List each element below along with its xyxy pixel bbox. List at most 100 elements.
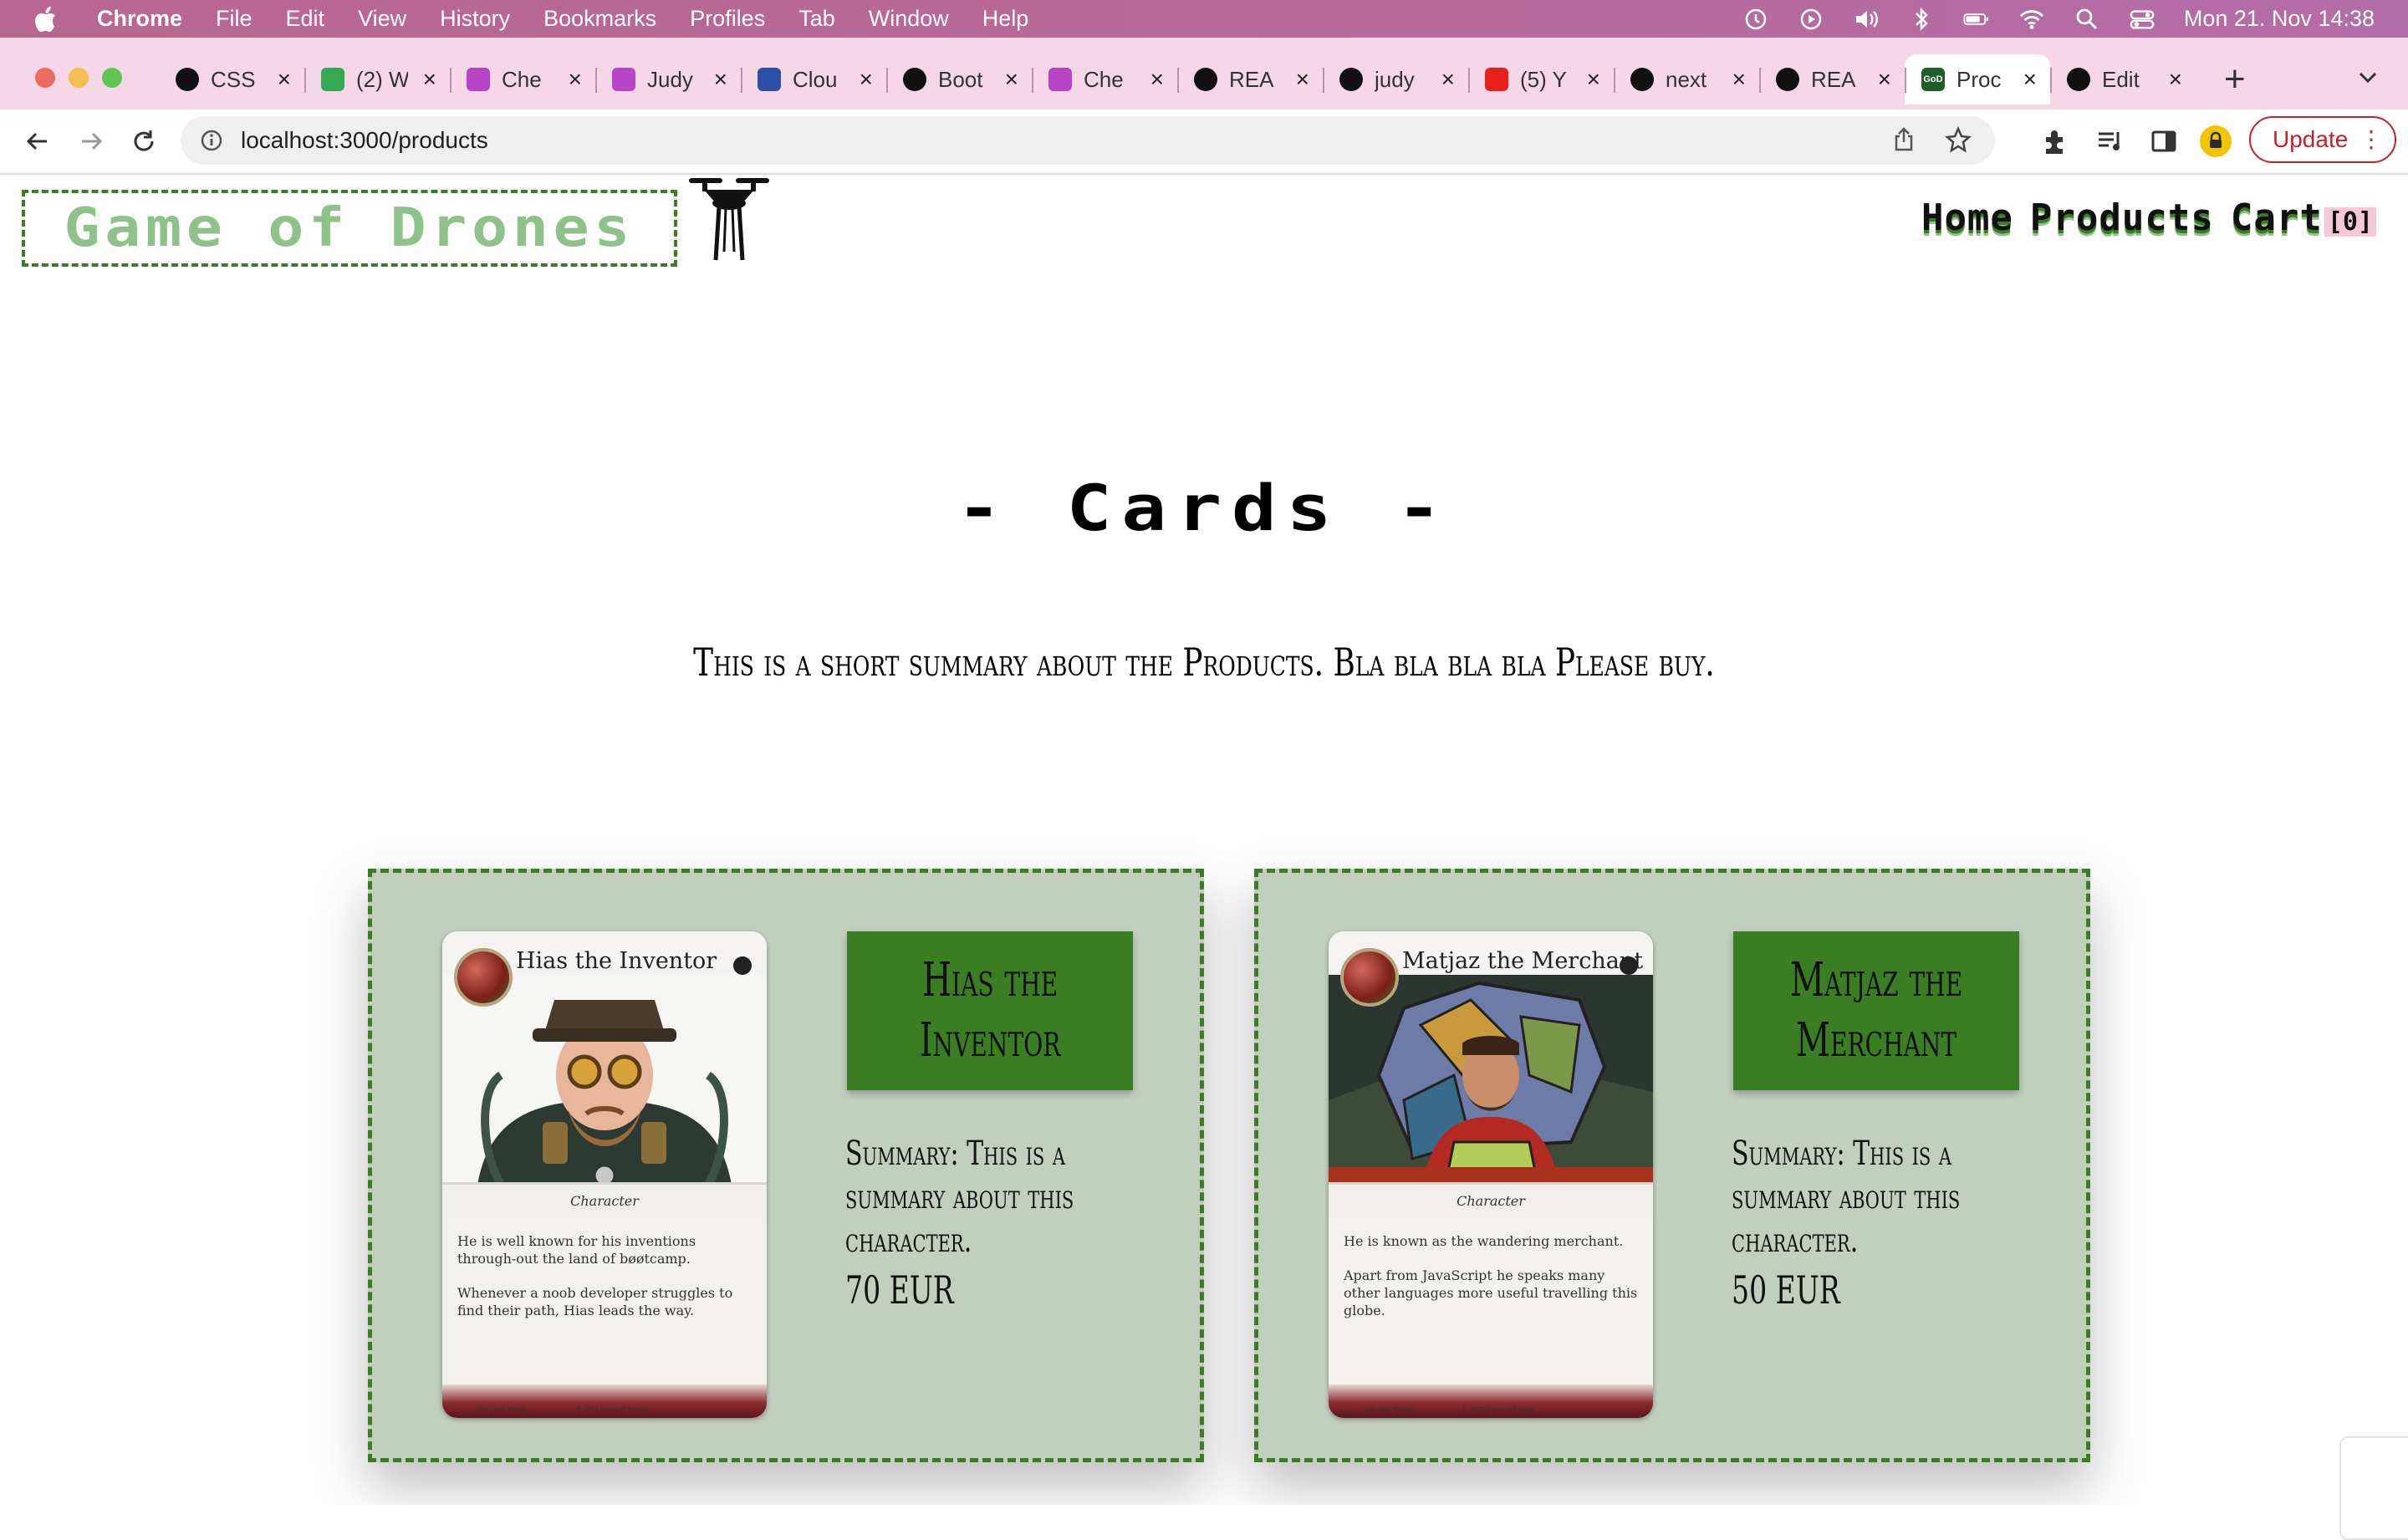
tab-close-icon[interactable]: ×: [2169, 68, 2182, 91]
new-tab-button[interactable]: +: [2224, 59, 2246, 99]
product-title-box[interactable]: Matjaz the Merchant: [1733, 931, 2019, 1090]
browser-tab[interactable]: next ×: [1614, 54, 1759, 105]
tab-search-icon[interactable]: [2358, 63, 2378, 91]
volume-icon[interactable]: [1853, 6, 1880, 33]
forward-icon[interactable]: [75, 125, 109, 158]
bluetooth-icon[interactable]: [1908, 6, 1935, 33]
browser-tab[interactable]: REA ×: [1177, 54, 1323, 105]
browser-tab[interactable]: Clou ×: [741, 54, 886, 105]
site-logo[interactable]: Game of Drones: [22, 190, 677, 267]
card-type-banner: Character: [1329, 1182, 1653, 1218]
window-minimize-button[interactable]: [69, 68, 89, 88]
browser-tab[interactable]: (5) Y ×: [1468, 54, 1614, 105]
browser-tab[interactable]: (2) W ×: [304, 54, 450, 105]
product-card[interactable]: Hias the Inventor Character He is well k…: [368, 869, 1204, 1462]
card-description: He is known as the wandering merchant. A…: [1344, 1232, 1638, 1336]
menu-file[interactable]: File: [216, 6, 253, 32]
nav-home-link[interactable]: Home: [1921, 196, 2013, 239]
tab-close-icon[interactable]: ×: [1005, 68, 1018, 91]
upwork-icon: [612, 68, 635, 91]
card-name: Matjaz the Merchant: [1402, 948, 1644, 974]
menu-bar-clock[interactable]: Mon 21. Nov 14:38: [2184, 6, 2375, 32]
card-text-2: Apart from JavaScript he speaks many oth…: [1344, 1267, 1638, 1318]
tab-close-icon[interactable]: ×: [423, 68, 436, 91]
tab-title: REA: [1229, 66, 1274, 92]
menu-window[interactable]: Window: [869, 6, 949, 32]
browser-tab[interactable]: REA ×: [1759, 54, 1905, 105]
card-moon-icon: [1620, 956, 1638, 975]
product-card[interactable]: Matjaz the Merchant Character He is know…: [1254, 869, 2090, 1462]
reading-list-icon[interactable]: [2094, 125, 2127, 158]
card-text-2: Whenever a noob developer struggles to f…: [457, 1285, 733, 1318]
menu-history[interactable]: History: [440, 6, 510, 32]
apple-icon[interactable]: [33, 5, 59, 33]
menu-edit[interactable]: Edit: [286, 6, 325, 32]
cloudflare-icon: [758, 68, 781, 91]
share-icon[interactable]: [1891, 126, 1916, 157]
url-text[interactable]: localhost:3000/products: [241, 127, 488, 154]
card-text-1: He is well known for his inventions thro…: [457, 1233, 696, 1267]
browser-tab[interactable]: CSS ×: [159, 54, 304, 105]
tab-title: REA: [1811, 66, 1856, 92]
menu-tab[interactable]: Tab: [798, 6, 835, 32]
youtube-icon: [1485, 68, 1508, 91]
corner-overlay-widget[interactable]: [2339, 1436, 2408, 1540]
control-center-icon[interactable]: [2129, 6, 2155, 33]
tab-close-icon[interactable]: ×: [1878, 68, 1891, 91]
tab-close-icon[interactable]: ×: [860, 68, 873, 91]
card-description: He is well known for his inventions thro…: [457, 1232, 752, 1336]
tab-close-icon[interactable]: ×: [569, 68, 582, 91]
back-icon[interactable]: [20, 125, 54, 158]
window-zoom-button[interactable]: [102, 68, 122, 88]
tab-close-icon[interactable]: ×: [714, 68, 727, 91]
tab-close-icon[interactable]: ×: [1732, 68, 1746, 91]
tab-close-icon[interactable]: ×: [278, 68, 291, 91]
card-image[interactable]: Matjaz the Merchant Character He is know…: [1329, 931, 1653, 1418]
tab-close-icon[interactable]: ×: [1150, 68, 1164, 91]
time-machine-icon[interactable]: [1742, 6, 1769, 33]
update-button-label: Update: [2273, 126, 2349, 152]
bookmark-star-icon[interactable]: [1945, 125, 1972, 157]
menu-bookmarks[interactable]: Bookmarks: [543, 6, 656, 32]
browser-tab[interactable]: judy ×: [1323, 54, 1468, 105]
browser-tab[interactable]: Che ×: [450, 54, 595, 105]
browser-tab[interactable]: Edit ×: [2050, 54, 2196, 105]
battery-icon[interactable]: [1963, 6, 1990, 33]
product-title-box[interactable]: Hias the Inventor: [847, 931, 1133, 1090]
browser-tab[interactable]: Judy ×: [595, 54, 741, 105]
browser-tab[interactable]: Boot ×: [886, 54, 1032, 105]
menu-view[interactable]: View: [358, 6, 406, 32]
more-menu-icon[interactable]: ⋮: [2360, 125, 2383, 155]
wifi-icon[interactable]: [2018, 6, 2045, 33]
profile-avatar-icon[interactable]: [2199, 125, 2232, 158]
browser-tab[interactable]: GoD Proc ×: [1905, 54, 2050, 105]
tab-close-icon[interactable]: ×: [1587, 68, 1600, 91]
window-close-button[interactable]: [35, 68, 55, 88]
site-info-icon[interactable]: [199, 128, 224, 153]
menu-app-chrome[interactable]: Chrome: [97, 6, 182, 32]
tab-close-icon[interactable]: ×: [1441, 68, 1455, 91]
tab-title: Che: [502, 66, 542, 92]
tab-title: Proc: [1956, 66, 2002, 92]
extensions-icon[interactable]: [2038, 125, 2072, 158]
side-panel-icon[interactable]: [2147, 125, 2181, 158]
spotlight-icon[interactable]: [2074, 6, 2100, 33]
character-illustration: [1329, 975, 1653, 1197]
github-icon: [1630, 68, 1654, 91]
address-bar[interactable]: localhost:3000/products: [181, 116, 1995, 165]
nav-products-link[interactable]: Products: [2030, 196, 2214, 239]
play-icon[interactable]: [1798, 6, 1824, 33]
menu-help[interactable]: Help: [982, 6, 1029, 32]
tab-close-icon[interactable]: ×: [2023, 68, 2037, 91]
menu-profiles[interactable]: Profiles: [690, 6, 765, 32]
tab-close-icon[interactable]: ×: [1296, 68, 1309, 91]
cart-count-badge[interactable]: [0]: [2324, 207, 2376, 237]
character-illustration: [442, 975, 767, 1197]
reload-icon[interactable]: [127, 125, 161, 158]
update-button[interactable]: Update ⋮: [2249, 116, 2396, 163]
browser-toolbar: localhost:3000/products Update ⋮: [0, 110, 2408, 175]
github-icon: [1194, 68, 1217, 91]
card-image[interactable]: Hias the Inventor Character He is well k…: [442, 931, 767, 1418]
nav-cart-link[interactable]: Cart: [2231, 196, 2323, 239]
browser-tab[interactable]: Che ×: [1032, 54, 1177, 105]
